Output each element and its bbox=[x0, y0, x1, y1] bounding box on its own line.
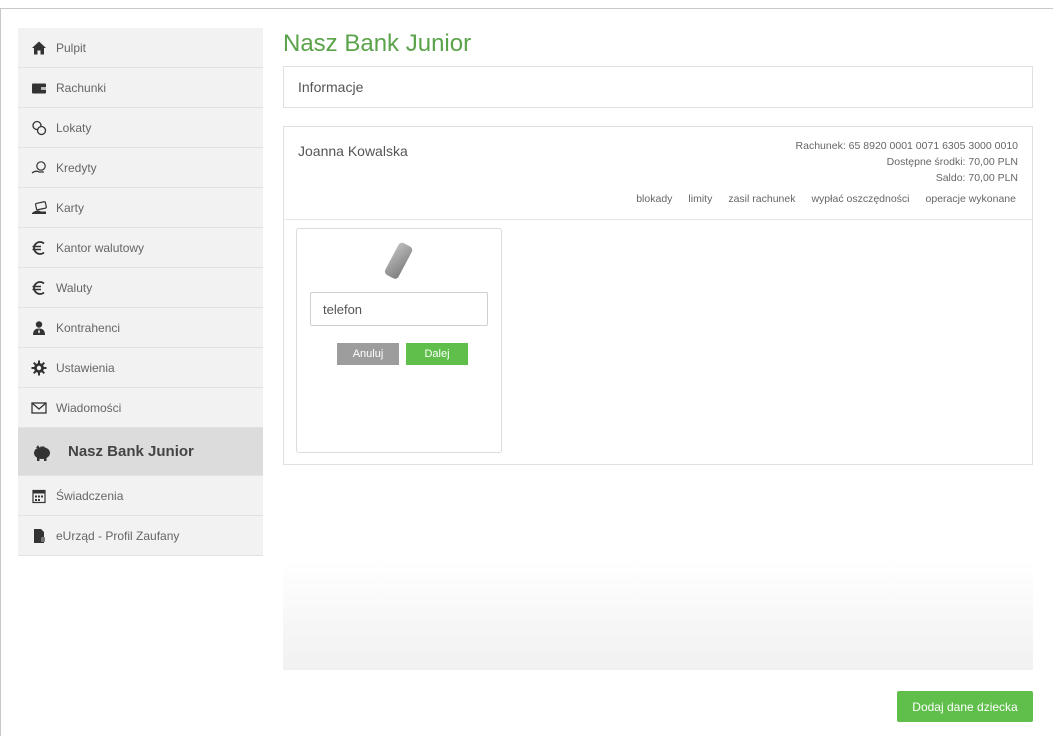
sidebar-item-pulpit[interactable]: Pulpit bbox=[18, 28, 263, 68]
sidebar-item-label: Wiadomości bbox=[56, 400, 122, 415]
sidebar-item-label: Nasz Bank Junior bbox=[68, 443, 194, 460]
phone-input[interactable] bbox=[310, 292, 488, 326]
sidebar-item-kredyty[interactable]: Kredyty bbox=[18, 148, 263, 188]
account-details: Rachunek: 65 8920 0001 0071 6305 3000 00… bbox=[796, 138, 1018, 186]
sidebar-item-wiadomosci[interactable]: Wiadomości bbox=[18, 388, 263, 428]
gear-icon bbox=[30, 359, 48, 377]
sidebar-item-label: Pulpit bbox=[56, 40, 87, 55]
account-header: Joanna Kowalska Rachunek: 65 8920 0001 0… bbox=[284, 127, 1032, 220]
account-panel: Joanna Kowalska Rachunek: 65 8920 0001 0… bbox=[283, 126, 1033, 465]
euro-icon bbox=[30, 239, 48, 257]
link-zasil-rachunek[interactable]: zasil rachunek bbox=[728, 193, 795, 205]
phone-card: Anuluj Dalej bbox=[296, 228, 502, 453]
sidebar-item-swiadczenia[interactable]: Świadczenia bbox=[18, 476, 263, 516]
next-button[interactable]: Dalej bbox=[406, 343, 468, 365]
info-panel-header[interactable]: Informacje bbox=[283, 66, 1033, 108]
sidebar-item-karty[interactable]: Karty bbox=[18, 188, 263, 228]
link-blokady[interactable]: blokady bbox=[636, 193, 672, 205]
sidebar-item-label: Świadczenia bbox=[56, 488, 124, 503]
sidebar-item-rachunki[interactable]: Rachunki bbox=[18, 68, 263, 108]
sidebar-item-lokaty[interactable]: Lokaty bbox=[18, 108, 263, 148]
home-icon bbox=[30, 39, 48, 57]
hand-coins-icon bbox=[30, 159, 48, 177]
account-number: Rachunek: 65 8920 0001 0071 6305 3000 00… bbox=[795, 140, 1018, 152]
sidebar-item-label: Rachunki bbox=[56, 80, 107, 95]
person-icon bbox=[30, 319, 48, 337]
sidebar-item-label: Ustawienia bbox=[56, 360, 115, 375]
cancel-button[interactable]: Anuluj bbox=[337, 343, 399, 365]
card-hand-icon bbox=[30, 199, 48, 217]
sidebar-item-ustawienia[interactable]: Ustawienia bbox=[18, 348, 263, 388]
account-owner-name: Joanna Kowalska bbox=[298, 143, 408, 159]
sidebar-item-eurzad[interactable]: eUrząd - Profil Zaufany bbox=[18, 516, 263, 556]
account-actions: blokady limity zasil rachunek wypłać osz… bbox=[620, 193, 1016, 205]
coins-icon bbox=[30, 119, 48, 137]
page-title: Nasz Bank Junior bbox=[283, 30, 472, 57]
euro-icon bbox=[30, 279, 48, 297]
link-limity[interactable]: limity bbox=[688, 193, 712, 205]
add-child-data-button[interactable]: Dodaj dane dziecka bbox=[897, 691, 1033, 722]
document-icon bbox=[30, 527, 48, 545]
sidebar-item-label: eUrząd - Profil Zaufany bbox=[56, 528, 180, 543]
sidebar-item-label: Kontrahenci bbox=[56, 320, 121, 335]
phone-icon bbox=[379, 241, 419, 283]
available-funds: Dostępne środki: 70,00 PLN bbox=[886, 156, 1018, 168]
calendar-icon bbox=[30, 487, 48, 505]
sidebar-item-label: Kredyty bbox=[56, 160, 97, 175]
piggy-bank-icon bbox=[30, 443, 54, 461]
link-wyplac-oszczednosci[interactable]: wypłać oszczędności bbox=[811, 193, 909, 205]
sidebar-item-kantor-walutowy[interactable]: Kantor walutowy bbox=[18, 228, 263, 268]
account-balance: Saldo: 70,00 PLN bbox=[935, 172, 1018, 184]
sidebar-item-label: Karty bbox=[56, 200, 85, 215]
wallet-icon bbox=[30, 79, 48, 97]
envelope-icon bbox=[30, 399, 48, 417]
sidebar-item-label: Lokaty bbox=[56, 120, 92, 135]
sidebar-item-label: Waluty bbox=[56, 280, 93, 295]
sidebar: Pulpit Rachunki Lokaty Kredyty Karty Kan… bbox=[18, 28, 263, 556]
sidebar-item-waluty[interactable]: Waluty bbox=[18, 268, 263, 308]
sidebar-item-nasz-bank-junior[interactable]: Nasz Bank Junior bbox=[18, 428, 263, 476]
content-shade bbox=[283, 560, 1033, 670]
sidebar-item-label: Kantor walutowy bbox=[56, 240, 145, 255]
sidebar-item-kontrahenci[interactable]: Kontrahenci bbox=[18, 308, 263, 348]
link-operacje-wykonane[interactable]: operacje wykonane bbox=[926, 193, 1016, 205]
